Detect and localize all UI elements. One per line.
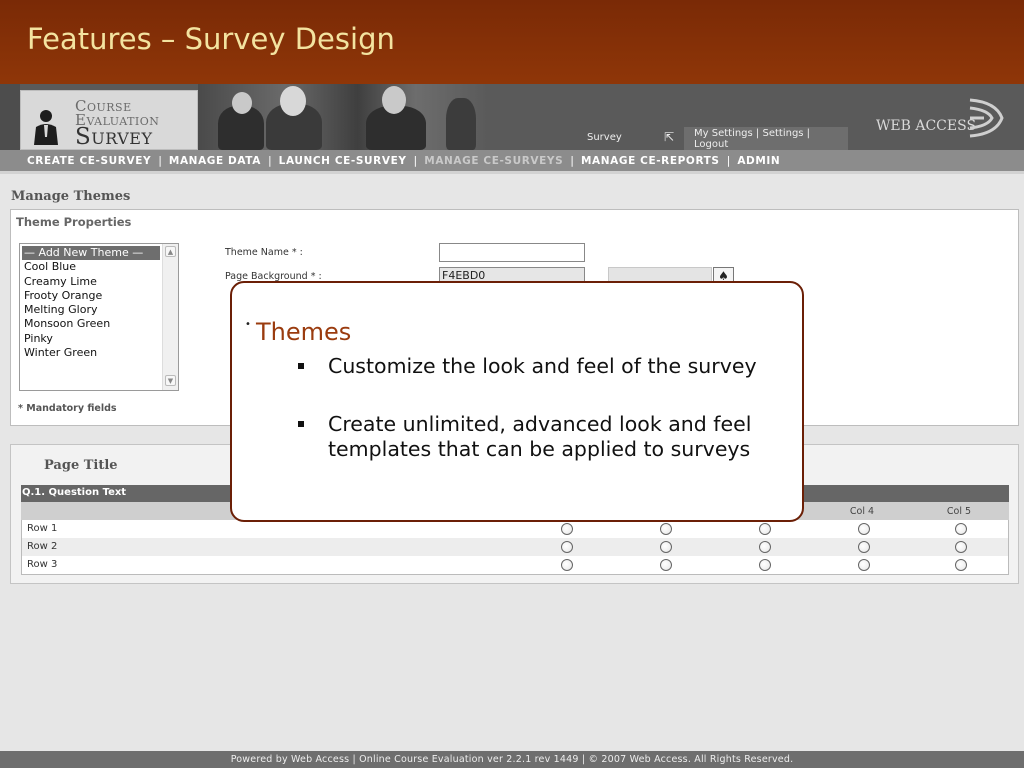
row-label: Row 2 — [27, 541, 58, 552]
square-bullet-icon — [298, 363, 304, 369]
themes-callout: • Themes Customize the look and feel of … — [230, 281, 804, 522]
manage-themes-title: Manage Themes — [11, 189, 131, 204]
radio-option[interactable] — [660, 559, 672, 571]
theme-name-label: Theme Name * : — [225, 247, 303, 258]
theme-option-creamy-lime[interactable]: Creamy Lime — [20, 275, 178, 289]
radio-option[interactable] — [759, 523, 771, 535]
mandatory-fields-note: * Mandatory fields — [18, 403, 117, 414]
nav-manage-ce-surveys[interactable]: MANAGE CE-SURVEYS — [417, 155, 570, 167]
table-border — [21, 574, 1009, 575]
column-label: Col 4 — [849, 506, 875, 517]
radio-option[interactable] — [561, 559, 573, 571]
table-row: Row 2 — [21, 538, 1009, 556]
preview-page-title: Page Title — [44, 458, 118, 473]
theme-option-frooty-orange[interactable]: Frooty Orange — [20, 289, 178, 303]
theme-option-pinky[interactable]: Pinky — [20, 332, 178, 346]
radio-option[interactable] — [561, 523, 573, 535]
nav-divider — [0, 171, 1024, 174]
web-access-mark-icon — [969, 98, 1004, 138]
slide-header: Features – Survey Design — [0, 0, 1024, 84]
theme-list-scrollbar[interactable]: ▲ ▼ — [162, 244, 178, 390]
square-bullet-icon — [298, 421, 304, 427]
settings-link[interactable]: Settings — [762, 128, 803, 139]
radio-option[interactable] — [858, 523, 870, 535]
footer: Powered by Web Access | Online Course Ev… — [0, 751, 1024, 768]
theme-properties-title: Theme Properties — [16, 215, 132, 229]
person-icon — [34, 110, 58, 145]
survey-label: Survey — [587, 132, 622, 143]
course-evaluation-logo[interactable]: Course Evaluation Survey — [20, 90, 198, 150]
students-photo — [198, 84, 488, 150]
logout-link[interactable]: Logout — [694, 139, 728, 150]
user-links: My Settings | Settings | Logout — [684, 127, 848, 150]
theme-option-melting-glory[interactable]: Melting Glory — [20, 303, 178, 317]
web-access-logo: WEB ACCESS — [876, 118, 977, 134]
theme-name-input[interactable] — [439, 243, 585, 262]
logo-text-survey: Survey — [75, 124, 153, 150]
nav-create-ce-survey[interactable]: CREATE CE-SURVEY — [20, 155, 158, 167]
nav-launch-ce-survey[interactable]: LAUNCH CE-SURVEY — [272, 155, 414, 167]
row-label: Row 3 — [27, 559, 58, 570]
radio-option[interactable] — [660, 541, 672, 553]
theme-option-cool-blue[interactable]: Cool Blue — [20, 260, 178, 274]
radio-option[interactable] — [955, 559, 967, 571]
column-label: Col 5 — [946, 506, 972, 517]
row-label: Row 1 — [27, 523, 58, 534]
scroll-up-icon[interactable]: ▲ — [165, 246, 176, 257]
scroll-down-icon[interactable]: ▼ — [165, 375, 176, 386]
radio-option[interactable] — [660, 523, 672, 535]
theme-option-monsoon-green[interactable]: Monsoon Green — [20, 317, 178, 331]
nav-manage-data[interactable]: MANAGE DATA — [162, 155, 268, 167]
main-nav: CREATE CE-SURVEY | MANAGE DATA | LAUNCH … — [0, 150, 1024, 171]
nav-admin[interactable]: ADMIN — [730, 155, 787, 167]
callout-item-text: Customize the look and feel of the surve… — [328, 354, 757, 378]
radio-option[interactable] — [955, 541, 967, 553]
radio-option[interactable] — [955, 523, 967, 535]
my-settings-link[interactable]: My Settings — [694, 128, 753, 139]
theme-list[interactable]: — Add New Theme — Cool Blue Creamy Lime … — [19, 243, 179, 391]
nav-manage-ce-reports[interactable]: MANAGE CE-REPORTS — [574, 155, 727, 167]
radio-option[interactable] — [858, 541, 870, 553]
external-link-icon[interactable]: ⇱ — [664, 130, 678, 144]
radio-option[interactable] — [561, 541, 573, 553]
banner-edge — [0, 84, 20, 150]
table-row: Row 3 — [21, 556, 1009, 574]
callout-heading: Themes — [256, 318, 352, 346]
radio-option[interactable] — [858, 559, 870, 571]
theme-option-winter-green[interactable]: Winter Green — [20, 346, 178, 360]
theme-option-add-new[interactable]: — Add New Theme — — [22, 246, 160, 261]
app-banner: Course Evaluation Survey Survey ⇱ My Set… — [0, 84, 1024, 150]
table-row: Row 1 — [21, 520, 1009, 538]
bullet-icon: • — [245, 319, 251, 330]
radio-option[interactable] — [759, 541, 771, 553]
radio-option[interactable] — [759, 559, 771, 571]
callout-item-text: Create unlimited, advanced look and feel… — [328, 412, 752, 461]
slide-title: Features – Survey Design — [27, 22, 395, 56]
